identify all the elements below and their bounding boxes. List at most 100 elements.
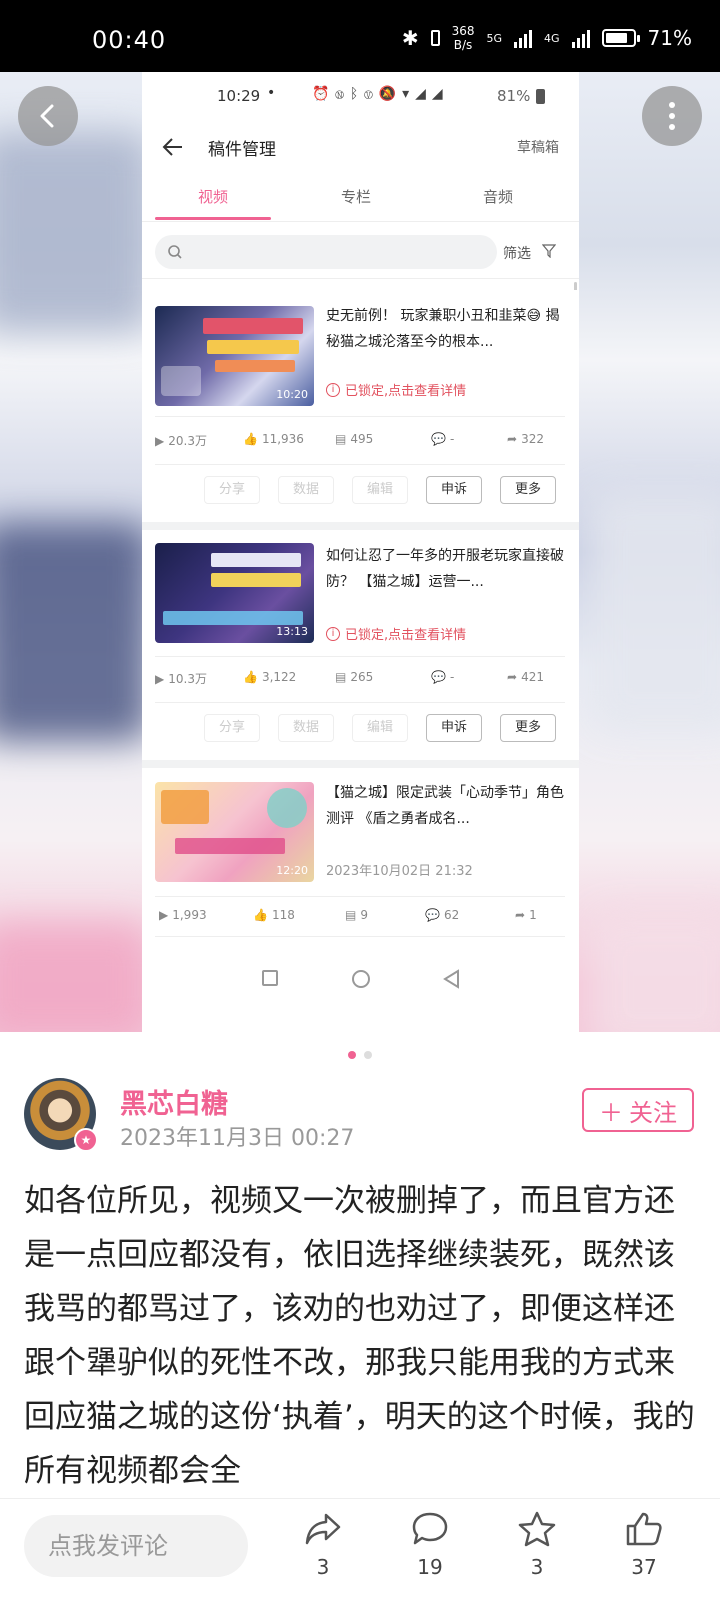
network-speed: 368 B/s <box>451 24 475 52</box>
more-options-button[interactable] <box>642 86 702 146</box>
thumbs-up-icon <box>626 1512 662 1546</box>
like-action[interactable]: 37 <box>609 1511 679 1579</box>
share-icon: ➦ <box>507 670 518 684</box>
video-stats: ▶ 1,993 👍 118 ▤ 9 💬 62 ➦ 1 <box>155 908 565 928</box>
chevron-left-icon <box>40 104 54 128</box>
bottom-action-bar: 点我发评论 3 19 3 37 <box>0 1498 720 1600</box>
post-date: 2023年11月3日 00:27 <box>120 1126 355 1151</box>
page-indicator <box>0 1050 720 1060</box>
video-title[interactable]: 【猫之城】限定武装「心动季节」角色测评 《盾之勇者成名... <box>326 780 566 832</box>
video-thumbnail[interactable]: 13:13 <box>155 543 314 643</box>
comment-action[interactable]: 19 <box>395 1511 465 1579</box>
share-icon: ➦ <box>515 908 526 922</box>
danmaku-icon: ▤ <box>335 432 347 446</box>
battery-icon <box>601 29 640 47</box>
info-icon: i <box>326 382 340 397</box>
page-dot <box>364 1051 372 1059</box>
author-name[interactable]: 黑芯白糖 <box>120 1082 228 1121</box>
search-icon <box>168 245 182 259</box>
back-arrow-icon[interactable] <box>162 137 184 157</box>
info-icon: i <box>326 626 340 641</box>
star-icon <box>518 1511 556 1547</box>
follow-button[interactable]: ＋ 关注 <box>582 1088 694 1132</box>
data-button[interactable]: 数据 <box>278 714 334 742</box>
locked-status[interactable]: i 已锁定,点击查看详情 <box>326 380 466 399</box>
video-thumbnail[interactable]: 12:20 <box>155 782 314 882</box>
likes-stat: 👍 11,936 <box>243 432 304 446</box>
status-icons: ✱ 368 B/s 5G 4G 71% <box>402 24 692 52</box>
status-bar: 00:40 ✱ 368 B/s 5G 4G 71% <box>0 0 720 72</box>
more-button[interactable]: 更多 <box>500 714 556 742</box>
drafts-link[interactable]: 草稿箱 <box>517 137 559 157</box>
image-gallery[interactable]: 10:29 • ⏰ⓃᛒⓋ🔕▾◢◢ 81% 稿件管理 草稿箱 视频 专栏 音频 筛… <box>0 72 720 1032</box>
video-card[interactable]: 10:20 史无前例！ 玩家兼职小丑和韭菜😅 揭秘猫之城沦落至今的根本... i… <box>142 290 579 522</box>
favorite-action[interactable]: 3 <box>502 1511 572 1579</box>
thumbs-up-icon: 👍 <box>243 432 258 446</box>
share-icon: ➦ <box>507 432 518 446</box>
inner-status-bar: 10:29 • ⏰ⓃᛒⓋ🔕▾◢◢ 81% <box>142 72 579 122</box>
appeal-button[interactable]: 申诉 <box>426 714 482 742</box>
shares-stat: ➦ 421 <box>507 670 544 684</box>
page-dot-active <box>348 1051 356 1059</box>
video-stats: ▶ 20.3万 👍 11,936 ▤ 495 💬 - ➦ 322 <box>155 432 565 452</box>
danmaku-icon: ▤ <box>335 670 347 684</box>
filter-icon[interactable] <box>542 244 556 258</box>
share-count: 3 <box>316 1555 330 1579</box>
video-actions: 分享 数据 编辑 申诉 更多 <box>142 714 579 742</box>
locked-status[interactable]: i 已锁定,点击查看详情 <box>326 624 466 643</box>
video-card[interactable]: 13:13 如何让忍了一年多的开服老玩家直接破防？ 【猫之城】运营一... i … <box>142 530 579 760</box>
network-5g-label: 5G <box>486 31 503 45</box>
recent-apps-icon <box>262 970 278 986</box>
network-4g-label: 4G <box>544 31 560 45</box>
play-icon: ▶ <box>155 433 165 448</box>
video-title[interactable]: 史无前例！ 玩家兼职小丑和韭菜😅 揭秘猫之城沦落至今的根本... <box>326 303 566 355</box>
video-title[interactable]: 如何让忍了一年多的开服老玩家直接破防？ 【猫之城】运营一... <box>326 543 566 595</box>
video-thumbnail[interactable]: 10:20 <box>155 306 314 406</box>
battery-percent: 71% <box>647 26 692 50</box>
share-button[interactable]: 分享 <box>204 714 260 742</box>
post-content: 如各位所见，视频又一次被删掉了，而且官方还是一点回应都没有，依旧选择继续装死，既… <box>24 1183 695 1489</box>
tab-column[interactable]: 专栏 <box>341 186 371 207</box>
edit-button[interactable]: 编辑 <box>352 714 408 742</box>
battery-small-icon <box>430 30 440 46</box>
play-icon: ▶ <box>159 908 169 922</box>
verified-badge-icon: ★ <box>74 1128 98 1152</box>
thumbs-up-icon: 👍 <box>243 670 258 684</box>
video-stats: ▶ 10.3万 👍 3,122 ▤ 265 💬 - ➦ 421 <box>155 670 565 690</box>
bluetooth-icon: ✱ <box>401 26 419 50</box>
appeal-button[interactable]: 申诉 <box>426 476 482 504</box>
share-button[interactable]: 分享 <box>204 476 260 504</box>
tab-audio[interactable]: 音频 <box>483 186 513 207</box>
search-input[interactable] <box>155 235 497 269</box>
tab-indicator <box>155 217 271 220</box>
likes-stat: 👍 3,122 <box>243 670 297 684</box>
signal-icon <box>514 28 533 48</box>
danmaku-stat: ▤ 495 <box>335 432 374 446</box>
comment-count: 19 <box>417 1555 443 1579</box>
edit-button[interactable]: 编辑 <box>352 476 408 504</box>
favorite-count: 3 <box>530 1555 544 1579</box>
danmaku-stat: ▤ 9 <box>345 908 368 922</box>
back-button[interactable] <box>18 86 78 146</box>
comment-icon <box>412 1512 448 1545</box>
danmaku-icon: ▤ <box>345 908 357 922</box>
more-button[interactable]: 更多 <box>500 476 556 504</box>
tab-video[interactable]: 视频 <box>198 186 228 207</box>
comments-stat: 💬 62 <box>425 908 460 922</box>
views-stat: ▶ 10.3万 <box>155 671 207 687</box>
separator <box>142 278 579 279</box>
manuscript-header: 稿件管理 草稿箱 <box>142 122 579 172</box>
share-action[interactable]: 3 <box>288 1511 358 1579</box>
filter-button[interactable]: 筛选 <box>503 243 531 263</box>
views-stat: ▶ 1,993 <box>159 908 207 922</box>
inner-battery-icon <box>536 89 545 104</box>
inner-status-icons: ⏰ⓃᛒⓋ🔕▾◢◢ <box>312 86 449 102</box>
comment-icon: 💬 <box>431 670 446 684</box>
video-card[interactable]: 12:20 【猫之城】限定武装「心动季节」角色测评 《盾之勇者成名... 202… <box>142 768 579 937</box>
data-button[interactable]: 数据 <box>278 476 334 504</box>
comment-input[interactable]: 点我发评论 <box>24 1515 248 1577</box>
screenshot-image: 10:29 • ⏰ⓃᛒⓋ🔕▾◢◢ 81% 稿件管理 草稿箱 视频 专栏 音频 筛… <box>142 72 579 1032</box>
comment-icon: 💬 <box>431 432 446 446</box>
comments-stat: 💬 - <box>431 670 455 684</box>
danmaku-stat: ▤ 265 <box>335 670 374 684</box>
